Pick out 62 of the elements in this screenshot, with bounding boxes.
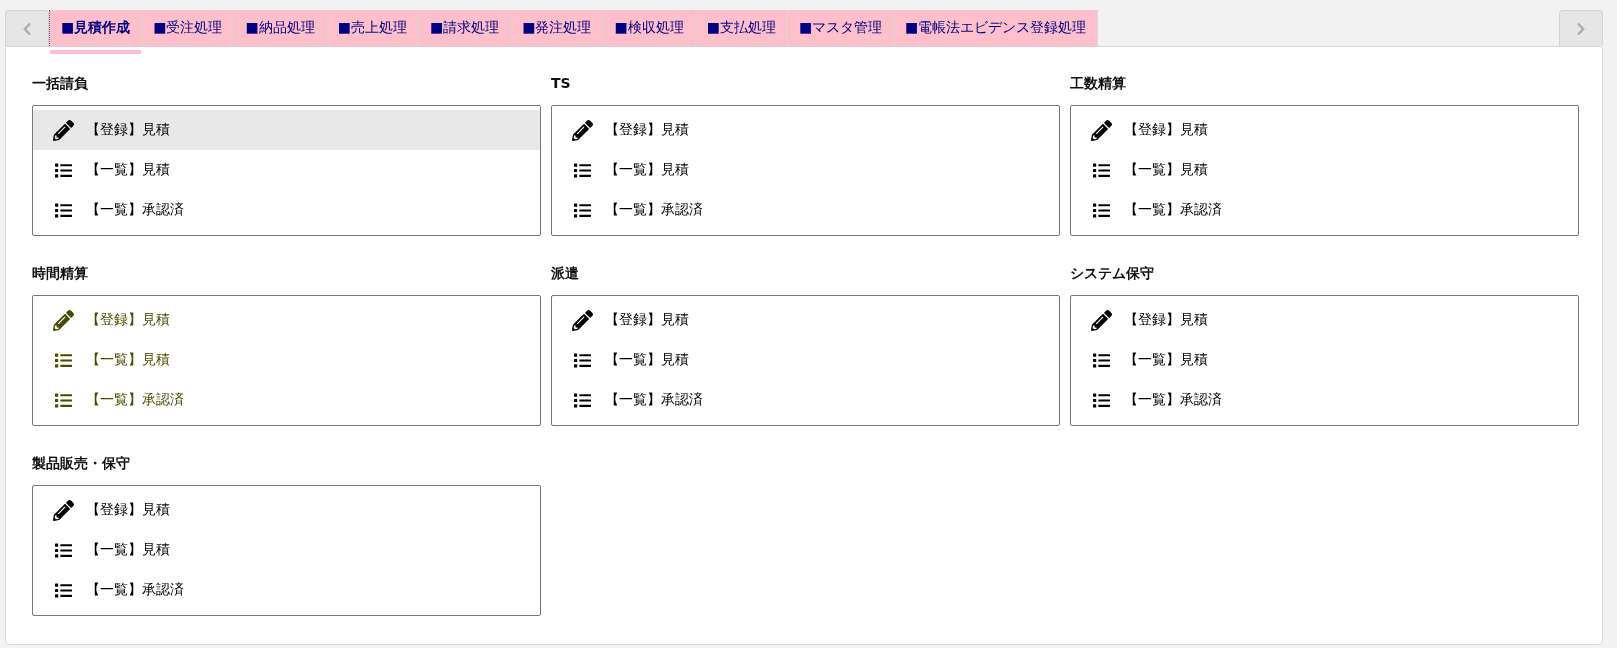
- list-icon: [1091, 391, 1112, 409]
- menu-item[interactable]: 【登録】見積: [1071, 300, 1578, 340]
- pencil-icon: [572, 119, 593, 141]
- list-icon: [53, 541, 74, 559]
- menu-item[interactable]: 【一覧】見積: [1071, 150, 1578, 190]
- menu-item[interactable]: 【一覧】承認済: [33, 190, 540, 230]
- pencil-icon: [53, 119, 74, 141]
- menu-item[interactable]: 【一覧】承認済: [552, 380, 1059, 420]
- menu-item[interactable]: 【登録】見積: [552, 110, 1059, 150]
- menu-item[interactable]: 【一覧】承認済: [1071, 380, 1578, 420]
- menu-item[interactable]: 【一覧】見積: [1071, 340, 1578, 380]
- menu-item[interactable]: 【一覧】見積: [552, 150, 1059, 190]
- menu-item[interactable]: 【一覧】承認済: [33, 380, 540, 420]
- list-icon: [1091, 201, 1112, 219]
- menu-item[interactable]: 【一覧】承認済: [1071, 190, 1578, 230]
- list-icon: [1091, 351, 1112, 369]
- tab[interactable]: ■受注処理: [142, 10, 235, 46]
- pencil-icon: [572, 309, 593, 331]
- pencil-icon: [1091, 119, 1112, 141]
- chevron-left-icon: [22, 21, 32, 36]
- section-title: システム保守: [1070, 264, 1155, 283]
- menu-item[interactable]: 【登録】見積: [33, 300, 540, 340]
- list-icon: [572, 201, 593, 219]
- tab[interactable]: ■電帳法エビデンス登録処理: [894, 10, 1099, 46]
- list-icon: [53, 351, 74, 369]
- menu-item[interactable]: 【一覧】承認済: [33, 570, 540, 610]
- section-title: 時間精算: [32, 264, 89, 283]
- scroll-right-button[interactable]: [1559, 10, 1603, 46]
- menu-item[interactable]: 【一覧】見積: [33, 340, 540, 380]
- list-icon: [572, 351, 593, 369]
- menu-item[interactable]: 【登録】見積: [552, 300, 1059, 340]
- menu-item[interactable]: 【一覧】見積: [552, 340, 1059, 380]
- section-title: TS: [551, 74, 572, 93]
- pencil-icon: [53, 499, 74, 521]
- pencil-icon: [53, 309, 74, 331]
- list-icon: [53, 391, 74, 409]
- tab[interactable]: ■支払処理: [695, 10, 788, 46]
- menu-item[interactable]: 【一覧】見積: [33, 150, 540, 190]
- menu-item[interactable]: 【登録】見積: [33, 490, 540, 530]
- menu-item[interactable]: 【登録】見積: [33, 110, 540, 150]
- list-icon: [1091, 161, 1112, 179]
- list-icon: [53, 201, 74, 219]
- menu-item[interactable]: 【一覧】承認済: [552, 190, 1059, 230]
- tab[interactable]: ■納品処理: [234, 10, 327, 46]
- list-icon: [572, 161, 593, 179]
- scroll-left-button[interactable]: [5, 10, 49, 46]
- tab[interactable]: ■検収処理: [603, 10, 696, 46]
- list-icon: [53, 581, 74, 599]
- tab[interactable]: ■マスタ管理: [787, 10, 895, 46]
- tab[interactable]: ■発注処理: [511, 10, 604, 46]
- section-title: 一括請負: [32, 74, 89, 93]
- pencil-icon: [1091, 309, 1112, 331]
- list-icon: [53, 161, 74, 179]
- menu-item[interactable]: 【登録】見積: [1071, 110, 1578, 150]
- tab[interactable]: ■請求処理: [418, 10, 512, 46]
- menu-item[interactable]: 【一覧】見積: [33, 530, 540, 570]
- section-title: 派遣: [551, 264, 580, 283]
- section-title: 製品販売・保守: [32, 454, 131, 473]
- tab[interactable]: ■売上処理: [326, 10, 419, 46]
- list-icon: [572, 391, 593, 409]
- section-title: 工数精算: [1070, 74, 1127, 93]
- chevron-right-icon: [1576, 21, 1586, 36]
